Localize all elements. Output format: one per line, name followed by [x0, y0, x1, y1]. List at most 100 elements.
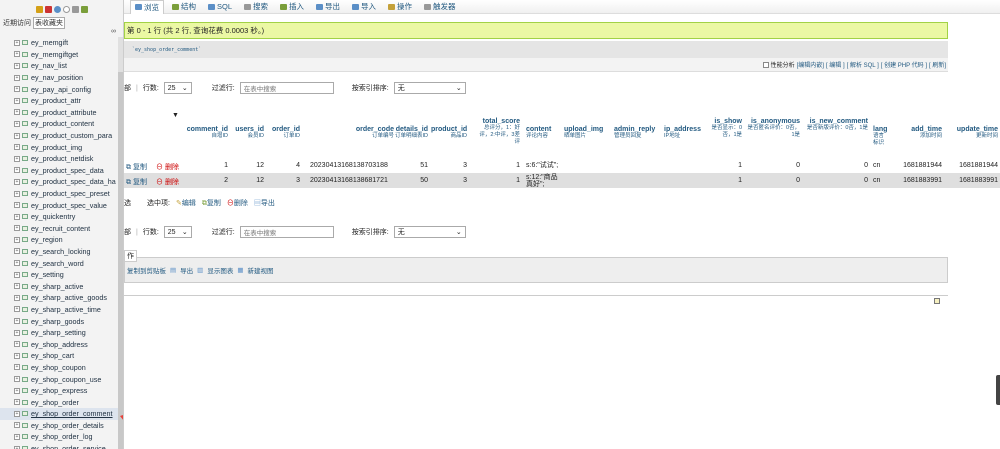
- show-all-label[interactable]: 部: [124, 83, 131, 93]
- column-header-users_id[interactable]: users_id 会员ID: [232, 126, 264, 140]
- sidebar-item-ey_product_spec_data[interactable]: + ey_product_spec_data: [0, 165, 118, 177]
- expand-icon[interactable]: +: [14, 120, 20, 127]
- cell-is_anonymous[interactable]: 0: [746, 177, 800, 184]
- sidebar-item-ey_product_attribute[interactable]: + ey_product_attribute: [0, 107, 118, 119]
- recent-tab[interactable]: 近期访问: [3, 18, 31, 28]
- tab-4[interactable]: 插入: [276, 0, 308, 13]
- cell-is_anonymous[interactable]: 0: [746, 162, 800, 169]
- column-name[interactable]: product_id: [431, 126, 467, 133]
- cell-is_show[interactable]: 1: [710, 177, 742, 184]
- cell-order_code[interactable]: 20230413168138703188: [310, 162, 388, 169]
- column-header-is_new_comment[interactable]: is_new_comment 是否新版评价：0否，1是: [804, 118, 868, 132]
- copy-clipboard-link[interactable]: 复制到剪贴板: [127, 265, 166, 275]
- expand-icon[interactable]: +: [14, 387, 20, 394]
- sidebar-item-ey_nav_position[interactable]: + ey_nav_position: [0, 72, 118, 84]
- column-name[interactable]: content: [526, 126, 556, 133]
- cell-total_score[interactable]: 1: [474, 162, 520, 169]
- link-icon[interactable]: ∞: [0, 28, 123, 37]
- expand-icon[interactable]: +: [14, 39, 20, 46]
- sidebar-item-ey_memgift[interactable]: + ey_memgift: [0, 37, 118, 49]
- tab-5[interactable]: 导出: [312, 0, 344, 13]
- column-header-details_id[interactable]: details_id 订单明细表ID: [392, 126, 428, 140]
- sidebar-item-ey_shop_coupon[interactable]: + ey_shop_coupon: [0, 362, 118, 374]
- sidebar-item-ey_product_spec_data_ha[interactable]: + ey_product_spec_data_ha: [0, 176, 118, 188]
- rows-select[interactable]: 25 ⌄: [163, 82, 192, 94]
- expand-icon[interactable]: +: [14, 260, 20, 267]
- gear-icon[interactable]: [71, 5, 79, 13]
- copy-row-button[interactable]: ⧉ 复制: [126, 162, 147, 172]
- new-view-link[interactable]: 新建视图: [247, 265, 273, 275]
- expand-icon[interactable]: +: [14, 341, 20, 348]
- cell-product_id[interactable]: 3: [431, 177, 467, 184]
- column-name[interactable]: admin_reply: [614, 126, 660, 133]
- sidebar-item-ey_shop_order_details[interactable]: + ey_shop_order_details: [0, 420, 118, 432]
- column-header-total_score[interactable]: total_score 总评分，1：好评，2:中评，3差评: [474, 118, 520, 146]
- edit-link[interactable]: [ 编辑 ]: [826, 60, 845, 69]
- expand-icon[interactable]: +: [14, 190, 20, 197]
- tab-3[interactable]: 搜索: [240, 0, 272, 13]
- rows-select[interactable]: 25 ⌄: [163, 226, 192, 238]
- expand-icon[interactable]: +: [14, 283, 20, 290]
- expand-icon[interactable]: +: [14, 109, 20, 116]
- cell-update_time[interactable]: 1681881944: [946, 162, 998, 169]
- sort-icon[interactable]: ▼: [172, 112, 179, 119]
- reload-icon[interactable]: [80, 5, 88, 13]
- column-name[interactable]: details_id: [392, 126, 428, 133]
- column-name[interactable]: add_time: [894, 126, 942, 133]
- explain-sql-link[interactable]: [ 解析 SQL ]: [847, 60, 879, 69]
- sidebar-item-ey_shop_order_comment[interactable]: + ey_shop_order_comment: [0, 408, 118, 420]
- sidebar-item-ey_shop_cart[interactable]: + ey_shop_cart: [0, 350, 118, 362]
- expand-icon[interactable]: +: [14, 433, 20, 440]
- cell-comment_id[interactable]: 2: [160, 177, 228, 184]
- tab-6[interactable]: 导入: [348, 0, 380, 13]
- cell-total_score[interactable]: 1: [474, 177, 520, 184]
- cell-users_id[interactable]: 12: [232, 162, 264, 169]
- cell-update_time[interactable]: 1681883991: [946, 177, 998, 184]
- sidebar-item-ey_sharp_active_time[interactable]: + ey_sharp_active_time: [0, 304, 118, 316]
- expand-icon[interactable]: +: [14, 422, 20, 429]
- expand-icon[interactable]: +: [14, 132, 20, 139]
- cell-is_new_comment[interactable]: 0: [804, 162, 868, 169]
- sidebar-item-ey_sharp_active[interactable]: + ey_sharp_active: [0, 280, 118, 292]
- expand-icon[interactable]: +: [14, 144, 20, 151]
- column-name[interactable]: is_anonymous: [746, 118, 800, 125]
- cell-content[interactable]: s:6:"试试";: [526, 162, 560, 169]
- sidebar-scrollbar[interactable]: [118, 37, 123, 449]
- expand-icon[interactable]: +: [14, 306, 20, 313]
- sidebar-item-ey_pay_api_config[interactable]: + ey_pay_api_config: [0, 83, 118, 95]
- cell-is_show[interactable]: 1: [710, 162, 742, 169]
- bulk-copy-button[interactable]: ⧉复制: [202, 198, 221, 208]
- expand-icon[interactable]: +: [14, 167, 20, 174]
- side-widget[interactable]: [996, 375, 1000, 405]
- sidebar-item-ey_region[interactable]: + ey_region: [0, 234, 118, 246]
- tab-2[interactable]: SQL: [204, 1, 236, 12]
- expand-icon[interactable]: +: [14, 445, 20, 449]
- cell-add_time[interactable]: 1681881944: [894, 162, 942, 169]
- column-header-order_id[interactable]: order_id 订单ID: [268, 126, 300, 140]
- expand-icon[interactable]: +: [14, 51, 20, 58]
- expand-icon[interactable]: +: [14, 248, 20, 255]
- export-link[interactable]: 导出: [180, 265, 193, 275]
- expand-icon[interactable]: +: [14, 318, 20, 325]
- expand-icon[interactable]: +: [14, 178, 20, 185]
- expand-icon[interactable]: +: [14, 329, 20, 336]
- sidebar-item-ey_shop_order_log[interactable]: + ey_shop_order_log: [0, 431, 118, 443]
- cell-order_id[interactable]: 4: [268, 162, 300, 169]
- sidebar-item-ey_search_word[interactable]: + ey_search_word: [0, 257, 118, 269]
- column-name[interactable]: total_score: [474, 118, 520, 125]
- column-name[interactable]: comment_id: [160, 126, 228, 133]
- column-name[interactable]: is_show: [710, 118, 742, 125]
- expand-icon[interactable]: +: [14, 364, 20, 371]
- sidebar-item-ey_shop_order_service[interactable]: + ey_shop_order_service: [0, 443, 118, 449]
- column-header-lang[interactable]: lang 语言标识: [873, 126, 887, 147]
- home-icon[interactable]: [35, 5, 43, 13]
- logout-icon[interactable]: [44, 5, 52, 13]
- console-icon[interactable]: [934, 298, 940, 304]
- tab-1[interactable]: 结构: [168, 0, 200, 13]
- expand-icon[interactable]: +: [14, 294, 20, 301]
- filter-input[interactable]: 在表中搜索: [239, 226, 334, 238]
- show-chart-link[interactable]: 显示图表: [207, 265, 233, 275]
- column-name[interactable]: ip_address: [664, 126, 706, 133]
- column-header-is_anonymous[interactable]: is_anonymous 是否匿名评价：0否，1是: [746, 118, 800, 139]
- column-header-comment_id[interactable]: comment_id 自增ID: [160, 126, 228, 140]
